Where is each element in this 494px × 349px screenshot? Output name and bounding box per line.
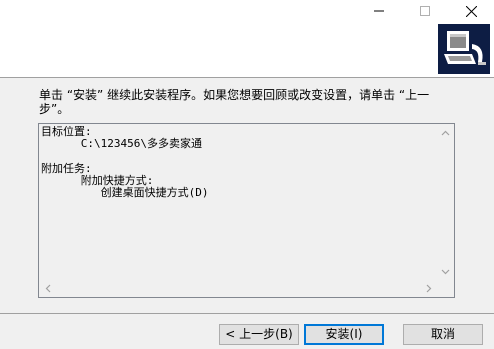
vertical-scrollbar[interactable] [437,124,454,280]
maximize-icon [420,6,430,16]
back-button[interactable]: < 上一步(B) [219,324,299,345]
horizontal-scrollbar[interactable] [39,280,437,297]
maximize-button[interactable] [402,0,448,22]
installer-computer-icon [444,31,486,65]
chevron-left-icon [45,284,50,293]
instruction-text: 单击 “安装” 继续此安装程序。如果您想要回顾或改变设置，请单击 “上一步”。 [39,88,430,116]
scrollbar-corner [437,280,454,297]
scroll-right-button[interactable] [420,280,437,297]
close-icon [465,5,477,17]
chevron-right-icon [426,284,431,293]
memo-text: 目标位置: C:\123456\多多卖家通 附加任务: 附加快捷方式: 创建桌面… [41,126,436,281]
scroll-down-button[interactable] [437,263,454,280]
chevron-down-icon [441,269,450,274]
scroll-up-button[interactable] [437,124,454,141]
memo-line [41,151,436,163]
chevron-up-icon [441,130,450,135]
install-button[interactable]: 安装(I) [304,324,384,345]
memo-line: 创建桌面快捷方式(D) [41,186,209,200]
minimize-button[interactable] [356,0,402,22]
ready-memo[interactable]: 目标位置: C:\123456\多多卖家通 附加任务: 附加快捷方式: 创建桌面… [38,123,455,298]
cancel-button[interactable]: 取消 [403,324,483,345]
memo-line: C:\123456\多多卖家通 [41,137,202,151]
installer-window: 单击 “安装” 继续此安装程序。如果您想要回顾或改变设置，请单击 “上一步”。 … [0,0,494,349]
minimize-icon [374,10,384,12]
close-button[interactable] [448,0,494,22]
scroll-left-button[interactable] [39,280,56,297]
installer-logo [438,24,490,74]
